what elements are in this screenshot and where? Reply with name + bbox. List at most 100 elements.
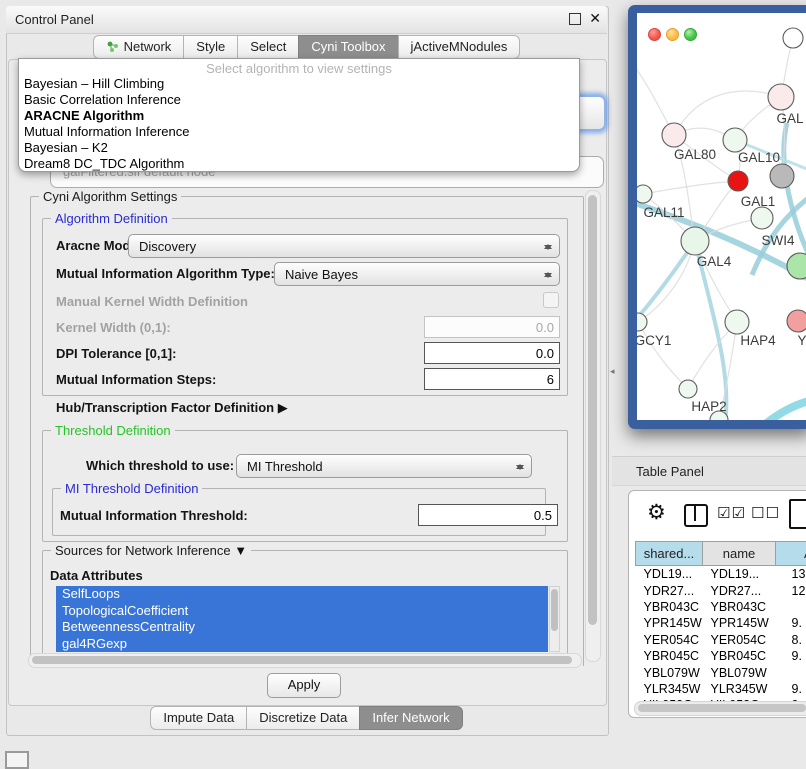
tab-network[interactable]: Network <box>93 35 184 59</box>
hub-definition-toggle[interactable]: Hub/Transcription Factor Definition ▶ <box>56 400 288 416</box>
tab-label: Discretize Data <box>259 710 347 725</box>
algorithm-option-bayesian-k2[interactable]: Bayesian – K2 <box>19 140 579 156</box>
network-edge <box>674 91 781 135</box>
kernel-width-field[interactable] <box>424 316 560 338</box>
table-cell <box>776 664 806 680</box>
network-node-gcy1[interactable] <box>637 313 647 331</box>
split-columns-icon[interactable] <box>684 504 708 527</box>
deselect-all-icon[interactable]: ☐☐ <box>751 504 780 522</box>
settings-vscrollbar-thumb[interactable] <box>588 195 597 625</box>
table-row[interactable]: YPR145WYPR145W9. <box>636 615 806 631</box>
application-window: Control Panel ✕ Network Style Select Cyni T… <box>0 0 806 762</box>
algorithm-dropdown-popup: Select algorithm to view settings Bayesi… <box>18 58 580 172</box>
table-row[interactable]: YER054CYER054C8. <box>636 632 806 648</box>
table-cell: YBR043C <box>703 599 776 615</box>
network-canvas[interactable]: GALGAL80GAL10GAL1GAL11SWI4GAL4GCY1HAP4YH… <box>637 13 806 420</box>
algorithm-option-aracne-algorithm[interactable]: ARACNE Algorithm <box>19 108 579 124</box>
data-attributes-label: Data Attributes <box>50 568 143 583</box>
table-row[interactable]: YLR345WYLR345W9. <box>636 681 806 697</box>
table-hscrollbar-thumb[interactable] <box>638 704 806 712</box>
combo-arrows-icon <box>543 239 552 255</box>
mi-steps-label: Mutual Information Steps: <box>56 372 216 387</box>
control-panel-titlebar[interactable]: Control Panel ✕ <box>6 6 607 34</box>
float-window-icon[interactable] <box>569 13 581 25</box>
table-row[interactable]: YBR043CYBR043C <box>636 599 806 615</box>
tab-style[interactable]: Style <box>183 35 237 59</box>
aracne-mode-combobox[interactable]: Discovery <box>128 234 560 258</box>
mi-threshold-field[interactable] <box>418 504 558 526</box>
attributes-scrollbar-thumb[interactable] <box>551 589 558 631</box>
tab-cyni-toolbox[interactable]: Cyni Toolbox <box>298 35 397 59</box>
network-node[interactable] <box>787 253 806 279</box>
tab-impute-data[interactable]: Impute Data <box>150 706 246 730</box>
apply-button[interactable]: Apply <box>267 673 341 698</box>
network-node-gal1[interactable] <box>728 171 748 191</box>
table-cell: YBR043C <box>636 599 703 615</box>
expanded-arrow-icon: ▼ <box>234 543 247 558</box>
node-label: Y <box>797 333 806 348</box>
panel-corner-icon[interactable] <box>5 751 29 769</box>
table-cell: YDR27... <box>703 582 776 598</box>
attribute-item-betweennesscentrality[interactable]: BetweennessCentrality <box>56 619 548 636</box>
combo-arrows-icon <box>515 459 524 475</box>
column-header-name[interactable]: name <box>703 542 776 566</box>
column-header-a[interactable]: A <box>776 542 806 566</box>
tab-label: Select <box>250 39 286 54</box>
close-icon[interactable]: ✕ <box>589 10 601 27</box>
attribute-item-topologicalcoefficient[interactable]: TopologicalCoefficient <box>56 603 548 620</box>
table-cell: YDL19... <box>636 566 703 583</box>
network-node-gal4[interactable] <box>681 227 709 255</box>
table-row[interactable]: YBR045CYBR045C9. <box>636 648 806 664</box>
network-node-gal11[interactable] <box>637 185 652 203</box>
network-node-y[interactable] <box>787 310 806 332</box>
tab-label: jActiveMNodules <box>411 39 508 54</box>
node-label: GAL4 <box>697 254 732 269</box>
table-row[interactable]: YBL079WYBL079W <box>636 664 806 680</box>
gear-icon[interactable]: ⚙ <box>647 500 666 525</box>
control-panel-tabs: Network Style Select Cyni Toolbox jActiveMNo… <box>6 36 607 59</box>
tab-infer-network[interactable]: Infer Network <box>359 706 462 730</box>
table-row[interactable]: YDR27...YDR27...12 <box>636 582 806 598</box>
tab-jactivemnodules[interactable]: jActiveMNodules <box>398 35 521 59</box>
attributes-list-scrollbar <box>549 586 560 652</box>
network-node-hap2[interactable] <box>679 380 697 398</box>
network-node[interactable] <box>770 164 794 188</box>
attribute-item-selfloops[interactable]: SelfLoops <box>56 586 548 603</box>
manual-kernel-checkbox[interactable] <box>543 292 559 308</box>
select-all-icon[interactable]: ☑☑ <box>717 504 746 522</box>
algorithm-option-mutual-information-inference[interactable]: Mutual Information Inference <box>19 124 579 140</box>
tab-label: Network <box>124 39 172 54</box>
network-node-gal80[interactable] <box>662 123 686 147</box>
table-cell: YBL079W <box>703 664 776 680</box>
attribute-item-gal4rgexp[interactable]: gal4RGexp <box>56 636 548 653</box>
which-threshold-combobox[interactable]: MI Threshold <box>236 454 532 478</box>
table-cell: YBL079W <box>636 664 703 680</box>
table-cell: 9. <box>776 615 806 631</box>
mi-type-value: Naive Bayes <box>285 267 358 282</box>
mi-steps-field[interactable] <box>424 368 560 390</box>
document-icon[interactable] <box>789 499 806 529</box>
threshold-definition-title: Threshold Definition <box>51 423 175 438</box>
network-node-swi4[interactable] <box>751 207 773 229</box>
mi-type-combobox[interactable]: Naive Bayes <box>274 262 560 286</box>
network-node-hap4[interactable] <box>725 310 749 334</box>
table-cell: 8. <box>776 632 806 648</box>
table-cell: YLR345W <box>703 681 776 697</box>
algorithm-option-basic-correlation-inference[interactable]: Basic Correlation Inference <box>19 92 579 108</box>
network-node-gal10[interactable] <box>723 128 747 152</box>
column-header-shared[interactable]: shared... <box>636 542 703 566</box>
tab-discretize-data[interactable]: Discretize Data <box>246 706 359 730</box>
network-node[interactable] <box>783 28 803 48</box>
data-attributes-list: SelfLoopsTopologicalCoefficientBetweenne… <box>56 586 548 652</box>
algorithm-option-dream8-dc-tdc-algorithm[interactable]: Dream8 DC_TDC Algorithm <box>19 156 579 172</box>
algorithm-definition-title: Algorithm Definition <box>51 211 172 226</box>
settings-hscrollbar-thumb[interactable] <box>32 656 572 664</box>
panel-splitter-collapse-icon[interactable]: ◂ <box>610 366 615 377</box>
network-node-gal[interactable] <box>768 84 794 110</box>
node-label: GCY1 <box>637 333 671 348</box>
tab-select[interactable]: Select <box>237 35 298 59</box>
dpi-tolerance-field[interactable] <box>424 342 560 364</box>
table-cell: YPR145W <box>703 615 776 631</box>
table-row[interactable]: YDL19...YDL19...13 <box>636 566 806 583</box>
algorithm-option-bayesian-hill-climbing[interactable]: Bayesian – Hill Climbing <box>19 76 579 92</box>
